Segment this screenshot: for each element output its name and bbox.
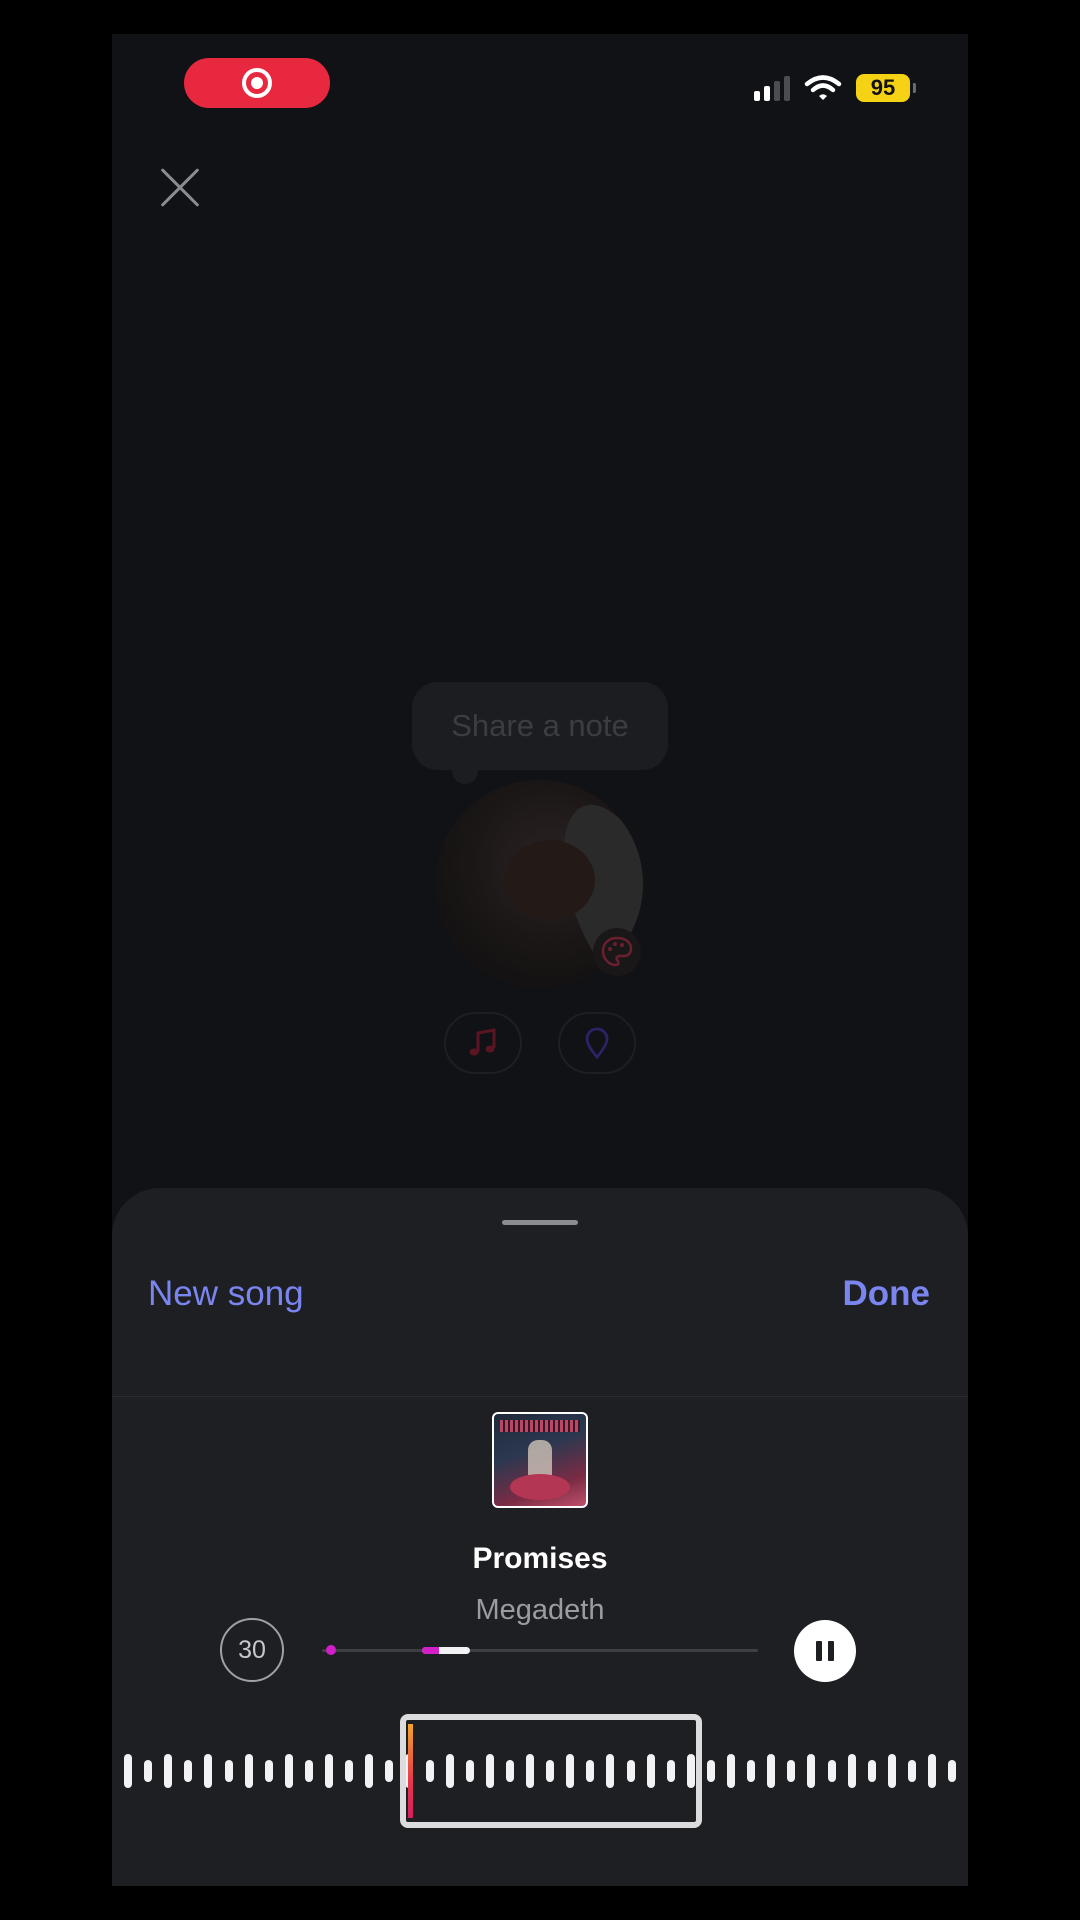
waveform-bar — [345, 1760, 354, 1782]
screen: 95 Share a note New song Done Promises M… — [112, 34, 968, 1886]
clip-duration-button[interactable]: 30 — [220, 1618, 284, 1682]
waveform-bar — [224, 1760, 233, 1782]
waveform-bar — [124, 1754, 132, 1788]
waveform-bar — [204, 1754, 213, 1788]
cellular-signal-icon — [754, 75, 790, 101]
waveform-bar — [907, 1760, 916, 1782]
playback-progress — [422, 1647, 439, 1654]
clip-selection-frame[interactable] — [400, 1714, 702, 1828]
waveform-bar — [887, 1754, 896, 1788]
waveform-bar — [867, 1760, 876, 1782]
sheet-grabber[interactable] — [502, 1220, 578, 1225]
pause-button[interactable] — [794, 1620, 856, 1682]
add-location-button[interactable] — [558, 1012, 636, 1074]
waveform-bar — [827, 1760, 836, 1782]
waveform-bar — [244, 1754, 253, 1788]
waveform-bar — [304, 1760, 313, 1782]
waveform-bar — [928, 1754, 936, 1788]
waveform-bar — [164, 1754, 173, 1788]
add-music-button[interactable] — [444, 1012, 522, 1074]
wifi-icon — [804, 75, 842, 100]
waveform-bar — [706, 1760, 715, 1782]
done-button[interactable]: Done — [843, 1274, 931, 1314]
waveform-bar — [144, 1760, 153, 1782]
scrubber-start-marker — [326, 1645, 336, 1655]
note-input-bubble[interactable]: Share a note — [412, 682, 668, 784]
waveform-bar — [807, 1754, 816, 1788]
pause-icon — [816, 1641, 822, 1661]
waveform-bar — [948, 1760, 957, 1782]
clip-window-indicator — [422, 1647, 470, 1654]
note-placeholder: Share a note — [451, 708, 629, 743]
waveform-bar — [365, 1754, 374, 1788]
song-editor-sheet: New song Done Promises Megadeth 30 — [112, 1188, 968, 1886]
record-icon — [242, 68, 272, 98]
waveform-bar — [284, 1754, 293, 1788]
waveform-bar — [767, 1754, 776, 1788]
waveform-bar — [787, 1760, 796, 1782]
waveform-bar — [184, 1760, 193, 1782]
play-head — [408, 1724, 413, 1818]
palette-button[interactable] — [593, 928, 641, 976]
waveform-bar — [385, 1760, 394, 1782]
song-title: Promises — [472, 1542, 608, 1575]
divider — [112, 1396, 968, 1397]
screen-recording-indicator[interactable] — [184, 58, 330, 108]
battery-indicator: 95 — [856, 74, 916, 102]
status-icons: 95 — [754, 74, 916, 102]
album-art — [492, 1412, 588, 1508]
waveform-bar — [747, 1760, 756, 1782]
location-pin-icon — [585, 1027, 609, 1060]
new-song-button[interactable]: New song — [148, 1274, 304, 1314]
waveform-bar — [727, 1754, 735, 1788]
palette-icon — [601, 936, 633, 967]
waveform-selector[interactable] — [122, 1714, 968, 1828]
music-note-icon — [469, 1028, 496, 1056]
playback-scrubber[interactable] — [322, 1645, 758, 1655]
waveform-bar — [264, 1760, 273, 1782]
waveform-bar — [325, 1754, 333, 1788]
close-icon[interactable] — [152, 160, 208, 216]
waveform-bar — [847, 1754, 856, 1788]
